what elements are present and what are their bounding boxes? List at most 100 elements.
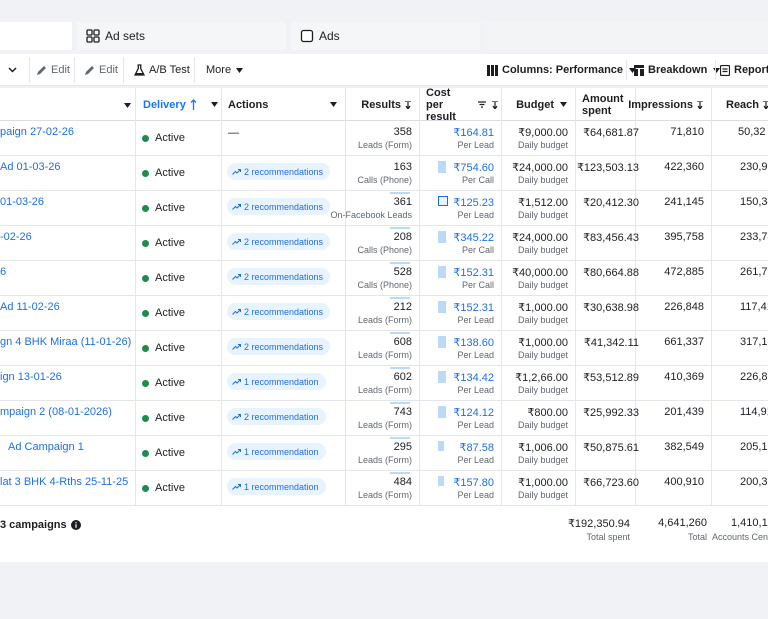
budget-value[interactable]: ₹1,006.00 (518, 441, 568, 454)
results-value: 358 (393, 126, 412, 138)
budget-value[interactable]: ₹1,512.00 (518, 196, 568, 209)
results-type: Leads (Form) (357, 490, 412, 500)
recommendations-badge[interactable]: 2 recommendations (227, 163, 331, 180)
budget-value[interactable]: ₹1,000.00 (518, 301, 568, 314)
campaign-name-link[interactable]: ign 13-01-26 (0, 371, 62, 383)
campaign-name-link[interactable]: 6 (0, 266, 6, 278)
cost-per-result-value[interactable]: ₹754.60 (453, 161, 494, 174)
cell-budget: ₹1,2,66.00 Daily budget (502, 366, 576, 401)
cell-actions: 2 recommendations (222, 226, 346, 261)
table-row[interactable]: mpaign 2 (08-01-2026) Active 2 recommendat… (0, 401, 768, 436)
column-header-results[interactable]: Results (346, 88, 420, 121)
reach-value: 230,92 (740, 161, 768, 173)
budget-value[interactable]: ₹24,000.00 (512, 161, 568, 174)
reach-value: 261,78 (740, 266, 768, 278)
ab-test-button[interactable]: A/B Test (130, 57, 195, 83)
cell-cost-per-result: ₹345.22 Per Call (420, 226, 502, 261)
table-row[interactable]: paign 27-02-26 Active — 358 Leads (Form) ₹164… (0, 121, 768, 156)
budget-value[interactable]: ₹9,000.00 (518, 126, 568, 139)
campaign-name-link[interactable]: Ad 01-03-26 (0, 161, 61, 173)
recommendations-badge[interactable]: 2 recommendations (227, 198, 331, 215)
column-header-impressions[interactable]: Impressions (628, 88, 712, 121)
table-row[interactable]: Ad 11-02-26 Active 2 recommendations 212 Lea… (0, 296, 768, 331)
recommendations-badge[interactable]: 1 recommendation (227, 478, 326, 495)
columns-button[interactable]: Columns: Performance (487, 57, 640, 83)
recommendations-badge[interactable]: 2 recommendations (227, 303, 331, 320)
edit-button[interactable]: Edit (29, 57, 75, 83)
budget-value[interactable]: ₹40,000.00 (512, 266, 568, 279)
cell-impressions: 422,360 (636, 156, 712, 191)
cost-per-result-value[interactable]: ₹152.31 (453, 266, 494, 279)
column-header-cost-per-result[interactable]: Cost per result (420, 87, 502, 123)
results-value: 212 (393, 301, 412, 313)
cell-reach: 230,92 (712, 156, 768, 191)
campaign-name-link[interactable]: lat 3 BHK 4-Rths 25-11-25 (0, 476, 128, 488)
cost-per-result-value[interactable]: ₹138.60 (453, 336, 494, 349)
create-dropdown-button[interactable] (8, 57, 21, 83)
budget-value[interactable]: ₹1,000.00 (518, 336, 568, 349)
cell-campaign-name: mpaign 2 (08-01-2026) (0, 401, 136, 436)
checkbox-icon[interactable] (300, 29, 314, 43)
amount-spent-value: ₹30,638.98 (583, 302, 639, 314)
campaign-name-link[interactable]: paign 27-02-26 (0, 126, 74, 138)
recommendations-badge[interactable]: 2 recommendations (227, 338, 331, 355)
table-row[interactable]: ign 13-01-26 Active 1 recommendation 602 Lea… (0, 366, 768, 401)
table-row[interactable]: lat 3 BHK 4-Rths 25-11-25 Active 1 recomme… (0, 471, 768, 506)
recommendations-badge[interactable]: 2 recommendations (227, 233, 331, 250)
results-indicator (390, 437, 410, 439)
cost-per-result-unit: Per Lead (457, 420, 494, 430)
campaign-name-link[interactable]: 01-03-26 (0, 196, 44, 208)
budget-type: Daily budget (517, 210, 568, 220)
cell-amount-spent: ₹25,992.33 (576, 401, 639, 436)
cost-per-result-value[interactable]: ₹125.23 (453, 196, 494, 209)
edit-button-2[interactable]: Edit (78, 57, 124, 83)
column-header-delivery[interactable]: Delivery (136, 88, 222, 121)
recommendations-badge[interactable]: 1 recommendation (227, 373, 326, 390)
tab-ads[interactable]: Ads (291, 22, 480, 50)
cost-per-result-value[interactable]: ₹164.81 (453, 126, 494, 139)
budget-value[interactable]: ₹1,000.00 (518, 476, 568, 489)
cost-per-result-value[interactable]: ₹134.42 (453, 371, 494, 384)
cost-indicator-icon (438, 196, 448, 206)
cost-per-result-value[interactable]: ₹157.80 (453, 476, 494, 489)
column-header-reach[interactable]: Reach (712, 88, 768, 121)
toolbar: Edit Edit A/B Test More Columns: Perform… (0, 54, 768, 86)
caret-down-icon (330, 102, 338, 107)
cost-per-result-value[interactable]: ₹87.58 (459, 441, 494, 454)
tab-ad-sets[interactable]: Ad sets (77, 22, 286, 50)
delivery-status: Active (142, 167, 185, 179)
campaign-name-link[interactable]: gn 4 BHK Miraa (11-01-26) (0, 336, 131, 348)
info-icon[interactable] (70, 520, 81, 530)
budget-value[interactable]: ₹800.00 (527, 406, 568, 419)
recommendations-badge[interactable]: 2 recommendation (227, 408, 326, 425)
table-row[interactable]: 6 Active 2 recommendations 528 Calls (Phone)… (0, 261, 768, 296)
budget-type: Daily budget (517, 245, 568, 255)
cost-per-result-value[interactable]: ₹345.22 (453, 231, 494, 244)
campaign-name-link[interactable]: -02-26 (0, 231, 32, 243)
column-header-budget[interactable]: Budget (502, 88, 576, 121)
amount-spent-value: ₹20,412.30 (583, 197, 639, 209)
table-row[interactable]: Ad 01-03-26 Active 2 recommendations 163 Cal… (0, 156, 768, 191)
column-header-name[interactable] (0, 88, 136, 121)
more-button[interactable]: More (199, 57, 251, 83)
table-row[interactable]: 01-03-26 Active 2 recommendations 361 On-Fac… (0, 191, 768, 226)
reports-button[interactable]: Report (720, 57, 768, 83)
status-dot-icon (142, 484, 149, 492)
table-row[interactable]: -02-26 Active 2 recommendations 208 Calls (P… (0, 226, 768, 261)
breakdown-button[interactable]: Breakdown (634, 57, 724, 83)
cost-per-result-value[interactable]: ₹152.31 (453, 301, 494, 314)
budget-value[interactable]: ₹24,000.00 (512, 231, 568, 244)
table-row[interactable]: Ad Campaign 1 Active 1 recommendation 295 Le… (0, 436, 768, 471)
campaign-name-link[interactable]: mpaign 2 (08-01-2026) (0, 406, 112, 418)
cell-delivery: Active (136, 121, 222, 156)
column-header-actions[interactable]: Actions (222, 88, 346, 121)
budget-value[interactable]: ₹1,2,66.00 (515, 371, 568, 384)
recommendations-badge[interactable]: 2 recommendations (227, 268, 331, 285)
campaign-name-link[interactable]: Ad Campaign 1 (8, 441, 84, 453)
campaign-name-link[interactable]: Ad 11-02-26 (0, 301, 60, 313)
cost-per-result-value[interactable]: ₹124.12 (453, 406, 494, 419)
table-row[interactable]: gn 4 BHK Miraa (11-01-26) Active 2 recomme… (0, 331, 768, 366)
column-header-amount-spent[interactable]: Amount spent (576, 88, 636, 121)
recommendations-badge[interactable]: 1 recommendation (227, 443, 326, 460)
tab-campaigns[interactable] (0, 22, 72, 50)
